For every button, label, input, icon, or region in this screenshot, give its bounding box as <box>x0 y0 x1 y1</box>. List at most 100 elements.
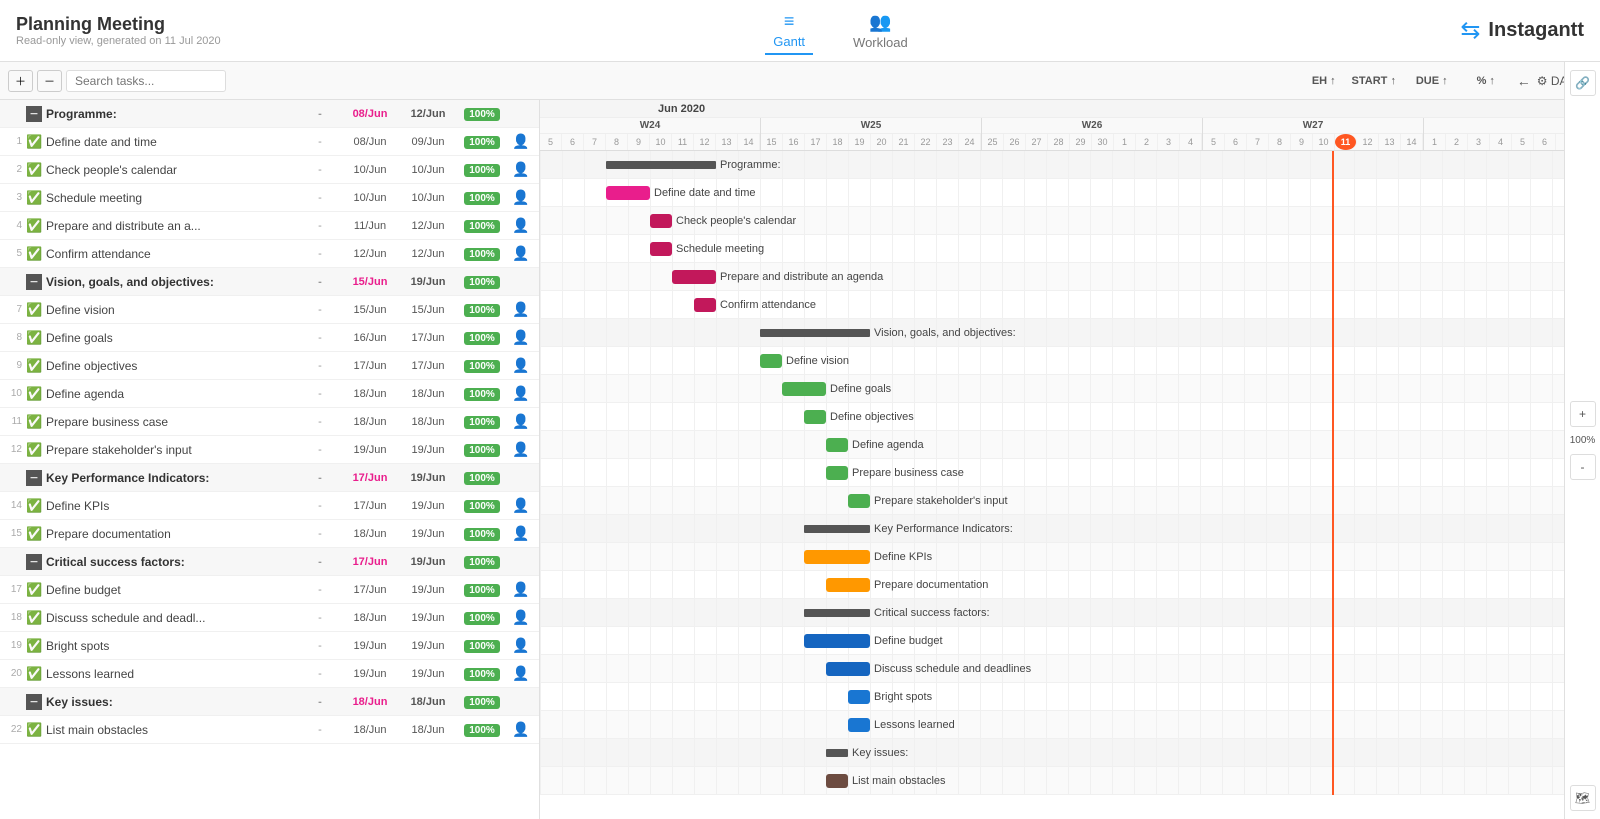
task-row[interactable]: 2 ✅ Check people's calendar - 10/Jun 10/… <box>0 156 539 184</box>
task-row[interactable]: 22 ✅ List main obstacles - 18/Jun 18/Jun… <box>0 716 539 744</box>
app-title: Planning Meeting <box>16 14 221 35</box>
row-pct: 100% <box>457 106 507 121</box>
task-row[interactable]: － Vision, goals, and objectives: - 15/Ju… <box>0 268 539 296</box>
row-name: Define agenda <box>46 387 299 401</box>
remove-task-button[interactable]: － <box>37 70 62 92</box>
link-button[interactable]: 🔗 <box>1570 70 1596 96</box>
task-row[interactable]: 12 ✅ Prepare stakeholder's input - 19/Ju… <box>0 436 539 464</box>
day-cell: 12 <box>694 134 716 150</box>
user-icon: 👤 <box>507 385 535 402</box>
row-pct: 100% <box>457 498 507 513</box>
row-pct: 100% <box>457 330 507 345</box>
collapse-btn[interactable]: － <box>26 106 42 122</box>
row-num: 14 <box>4 500 22 511</box>
task-row[interactable]: 3 ✅ Schedule meeting - 10/Jun 10/Jun 100… <box>0 184 539 212</box>
task-row[interactable]: － Key issues: - 18/Jun 18/Jun 100% <box>0 688 539 716</box>
task-row[interactable]: 9 ✅ Define objectives - 17/Jun 17/Jun 10… <box>0 352 539 380</box>
check-icon: ✅ <box>26 582 42 598</box>
gantt-wrapper: Jun 2020W24567891011121314W2515161718192… <box>540 100 1600 795</box>
row-due: 19/Jun <box>399 640 457 652</box>
check-icon: ✅ <box>26 386 42 402</box>
gantt-row <box>540 711 1600 739</box>
row-due: 10/Jun <box>399 192 457 204</box>
gantt-row <box>540 487 1600 515</box>
day-cell: 9 <box>1291 134 1313 150</box>
row-pct: 100% <box>457 582 507 597</box>
start-header[interactable]: START ↑ <box>1345 75 1403 87</box>
task-row[interactable]: 1 ✅ Define date and time - 08/Jun 09/Jun… <box>0 128 539 156</box>
gantt-row <box>540 403 1600 431</box>
task-row[interactable]: 15 ✅ Prepare documentation - 18/Jun 19/J… <box>0 520 539 548</box>
collapse-btn[interactable]: － <box>26 274 42 290</box>
collapse-btn[interactable]: － <box>26 470 42 486</box>
day-cell: 20 <box>871 134 893 150</box>
map-button[interactable]: 🗺 <box>1570 785 1596 811</box>
row-due: 19/Jun <box>399 276 457 288</box>
add-task-button[interactable]: ＋ <box>8 70 33 92</box>
row-due: 10/Jun <box>399 164 457 176</box>
row-start: 19/Jun <box>341 640 399 652</box>
task-row[interactable]: 19 ✅ Bright spots - 19/Jun 19/Jun 100% 👤 <box>0 632 539 660</box>
week-label: W24 <box>540 118 760 134</box>
row-name: Define date and time <box>46 135 299 149</box>
day-cell: 9 <box>628 134 650 150</box>
day-cell: 4 <box>1490 134 1512 150</box>
group-name: Programme: <box>46 107 299 121</box>
task-row[interactable]: 7 ✅ Define vision - 15/Jun 15/Jun 100% 👤 <box>0 296 539 324</box>
task-row[interactable]: 5 ✅ Confirm attendance - 12/Jun 12/Jun 1… <box>0 240 539 268</box>
collapse-btn[interactable]: － <box>26 554 42 570</box>
brand-icon: ⇆ <box>1460 16 1480 45</box>
task-row[interactable]: 14 ✅ Define KPIs - 17/Jun 19/Jun 100% 👤 <box>0 492 539 520</box>
check-icon: ✅ <box>26 442 42 458</box>
pct-header[interactable]: % ↑ <box>1461 75 1511 87</box>
day-cell: 6 <box>1225 134 1247 150</box>
task-row[interactable]: － Key Performance Indicators: - 17/Jun 1… <box>0 464 539 492</box>
row-num: 2 <box>4 164 22 175</box>
eh-header[interactable]: EH ↑ <box>1303 75 1345 87</box>
gantt-row <box>540 767 1600 795</box>
back-button[interactable]: ← <box>1511 71 1537 91</box>
row-eh: - <box>299 108 341 120</box>
day-cell: 2 <box>1136 134 1158 150</box>
row-start: 11/Jun <box>341 220 399 232</box>
week-block: W262526272829301234 <box>982 118 1203 150</box>
task-row[interactable]: 11 ✅ Prepare business case - 18/Jun 18/J… <box>0 408 539 436</box>
gantt-header: Jun 2020W24567891011121314W2515161718192… <box>540 100 1600 151</box>
tab-workload[interactable]: 👥 Workload <box>845 8 916 54</box>
row-eh: - <box>299 192 341 204</box>
task-list: － Programme: - 08/Jun 12/Jun 100% 1 ✅ De… <box>0 100 539 744</box>
row-pct: 100% <box>457 442 507 457</box>
main-layout: － Programme: - 08/Jun 12/Jun 100% 1 ✅ De… <box>0 100 1600 819</box>
task-row[interactable]: 18 ✅ Discuss schedule and deadl... - 18/… <box>0 604 539 632</box>
row-start: 16/Jun <box>341 332 399 344</box>
day-cell: 3 <box>1468 134 1490 150</box>
task-row[interactable]: 17 ✅ Define budget - 17/Jun 19/Jun 100% … <box>0 576 539 604</box>
tab-gantt[interactable]: ≡ Gantt <box>765 7 813 55</box>
row-num: 15 <box>4 528 22 539</box>
row-due: 18/Jun <box>399 696 457 708</box>
gantt-row <box>540 571 1600 599</box>
task-row[interactable]: 20 ✅ Lessons learned - 19/Jun 19/Jun 100… <box>0 660 539 688</box>
row-start: 19/Jun <box>341 444 399 456</box>
row-due: 17/Jun <box>399 360 457 372</box>
row-pct: 100% <box>457 302 507 317</box>
row-pct: 100% <box>457 218 507 233</box>
search-input[interactable] <box>66 70 226 92</box>
row-start: 10/Jun <box>341 192 399 204</box>
row-start: 17/Jun <box>341 556 399 568</box>
brand-name: Instagantt <box>1488 19 1584 42</box>
collapse-btn[interactable]: － <box>26 694 42 710</box>
user-icon: 👤 <box>507 441 535 458</box>
task-row[interactable]: 10 ✅ Define agenda - 18/Jun 18/Jun 100% … <box>0 380 539 408</box>
due-header[interactable]: DUE ↑ <box>1403 75 1461 87</box>
task-row[interactable]: 8 ✅ Define goals - 16/Jun 17/Jun 100% 👤 <box>0 324 539 352</box>
task-row[interactable]: 4 ✅ Prepare and distribute an a... - 11/… <box>0 212 539 240</box>
zoom-out-button[interactable]: - <box>1570 454 1596 480</box>
zoom-in-button[interactable]: + <box>1570 401 1596 427</box>
gantt-icon: ≡ <box>784 11 795 32</box>
row-eh: - <box>299 332 341 344</box>
user-icon: 👤 <box>507 217 535 234</box>
task-row[interactable]: － Critical success factors: - 17/Jun 19/… <box>0 548 539 576</box>
task-row[interactable]: － Programme: - 08/Jun 12/Jun 100% <box>0 100 539 128</box>
day-cell: 11 <box>1335 134 1357 150</box>
